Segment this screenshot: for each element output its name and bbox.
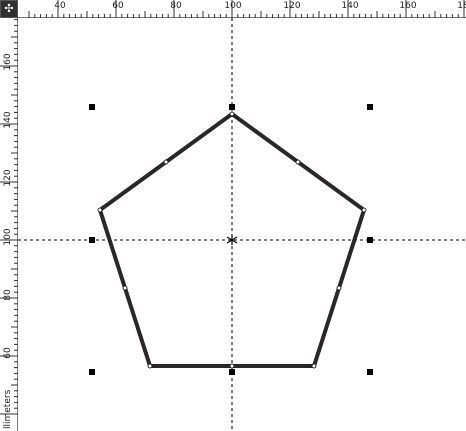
horizontal-ruler[interactable]: 40 60 80 100 120 140 160 18: [18, 0, 466, 18]
ruler-label-160: 160: [399, 1, 417, 11]
ruler-label-v80: 80: [3, 289, 13, 301]
node-mid-left[interactable]: [122, 285, 128, 291]
ruler-label-40: 40: [54, 1, 66, 11]
node-mid-top-right[interactable]: [295, 159, 301, 165]
node-mid-bottom[interactable]: [229, 363, 235, 369]
node-left[interactable]: [97, 207, 103, 213]
ruler-label-140: 140: [341, 1, 359, 11]
handle-top-center[interactable]: [229, 104, 235, 110]
node-bottom-left[interactable]: [147, 363, 153, 369]
handle-bottom-left[interactable]: [89, 369, 95, 375]
ruler-label-120: 120: [283, 1, 301, 11]
ruler-label-v160: 160: [3, 53, 13, 71]
canvas-svg: [18, 18, 466, 431]
ruler-label-18: 18: [457, 1, 466, 11]
handle-top-left[interactable]: [89, 104, 95, 110]
ruler-label-v60: 60: [3, 347, 13, 359]
drawing-canvas[interactable]: [18, 18, 466, 431]
node-right[interactable]: [361, 207, 367, 213]
ruler-origin-corner[interactable]: ✣: [0, 0, 18, 18]
node-top[interactable]: [229, 111, 235, 117]
ruler-label-v140: 140: [3, 111, 13, 129]
node-mid-top-left[interactable]: [163, 159, 169, 165]
ruler-label-60: 60: [112, 1, 124, 11]
handle-middle-right[interactable]: [367, 237, 373, 243]
handle-bottom-center[interactable]: [229, 369, 235, 375]
handle-bottom-right[interactable]: [367, 369, 373, 375]
node-mid-right[interactable]: [336, 285, 342, 291]
ruler-units-label: llimeters: [3, 389, 13, 429]
node-bottom-right[interactable]: [311, 363, 317, 369]
vertical-ruler[interactable]: 160 140 120 100 80 60 llimeters: [0, 18, 18, 431]
ruler-label-80: 80: [170, 1, 182, 11]
handle-top-right[interactable]: [367, 104, 373, 110]
crosshair-origin-icon: ✣: [4, 2, 14, 15]
ruler-label-v100: 100: [3, 228, 13, 246]
ruler-label-v120: 120: [3, 169, 13, 187]
vertical-ruler-ticks: [0, 19, 18, 415]
handle-middle-left[interactable]: [89, 237, 95, 243]
ruler-label-100: 100: [224, 1, 242, 11]
